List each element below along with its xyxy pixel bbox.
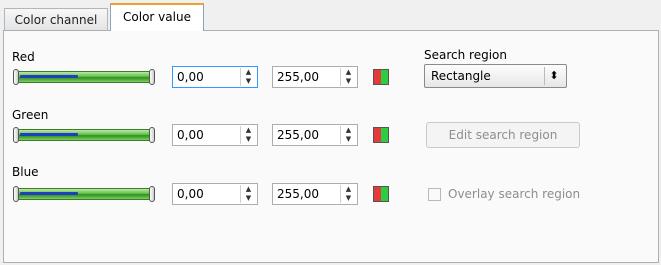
green-range-slider[interactable] — [13, 127, 155, 143]
slider-max-handle[interactable] — [149, 127, 155, 143]
green-max-value: 255,00 — [277, 128, 319, 142]
up-down-arrow-icon[interactable]: ▲ ▼ — [340, 185, 356, 203]
blue-min-value: 0,00 — [177, 187, 204, 201]
green-max-spinbox[interactable]: 255,00 ▲ ▼ — [272, 124, 358, 146]
search-region-value: Rectangle — [431, 69, 491, 83]
red-min-value: 0,00 — [177, 70, 204, 84]
updown-chevron-icon: ⬍ — [544, 67, 563, 85]
red-min-spinbox[interactable]: 0,00 ▲ ▼ — [172, 66, 258, 88]
overlay-search-region-label: Overlay search region — [448, 187, 581, 201]
up-down-arrow-icon[interactable]: ▲ ▼ — [340, 126, 356, 144]
blue-min-spinbox[interactable]: 0,00 ▲ ▼ — [172, 183, 258, 205]
overlay-search-region-checkbox — [428, 188, 441, 201]
tab-bar: Color channel Color value — [0, 0, 661, 31]
blue-max-spinbox[interactable]: 255,00 ▲ ▼ — [272, 183, 358, 205]
color-swatch-icon[interactable] — [373, 127, 389, 143]
slider-min-handle[interactable] — [13, 127, 19, 143]
search-region-select[interactable]: Rectangle ⬍ — [424, 64, 567, 88]
blue-max-value: 255,00 — [277, 187, 319, 201]
slider-fill — [20, 75, 78, 78]
up-down-arrow-icon[interactable]: ▲ ▼ — [340, 68, 356, 86]
up-down-arrow-icon[interactable]: ▲ ▼ — [240, 68, 256, 86]
tab-color-channel[interactable]: Color channel — [4, 8, 108, 30]
slider-fill — [20, 192, 78, 195]
blue-label: Blue — [12, 165, 39, 179]
slider-max-handle[interactable] — [149, 69, 155, 85]
up-down-arrow-icon[interactable]: ▲ ▼ — [240, 185, 256, 203]
search-region-label: Search region — [424, 48, 507, 62]
red-max-value: 255,00 — [277, 70, 319, 84]
green-min-value: 0,00 — [177, 128, 204, 142]
slider-min-handle[interactable] — [13, 69, 19, 85]
slider-min-handle[interactable] — [13, 186, 19, 202]
tab-color-value[interactable]: Color value — [110, 3, 204, 31]
slider-fill — [20, 133, 78, 136]
slider-max-handle[interactable] — [149, 186, 155, 202]
red-max-spinbox[interactable]: 255,00 ▲ ▼ — [272, 66, 358, 88]
green-min-spinbox[interactable]: 0,00 ▲ ▼ — [172, 124, 258, 146]
up-down-arrow-icon[interactable]: ▲ ▼ — [240, 126, 256, 144]
color-swatch-icon[interactable] — [373, 186, 389, 202]
red-range-slider[interactable] — [13, 69, 155, 85]
blue-range-slider[interactable] — [13, 186, 155, 202]
edit-search-region-button: Edit search region — [426, 122, 580, 148]
green-label: Green — [12, 108, 49, 122]
red-label: Red — [12, 50, 35, 64]
color-swatch-icon[interactable] — [373, 69, 389, 85]
